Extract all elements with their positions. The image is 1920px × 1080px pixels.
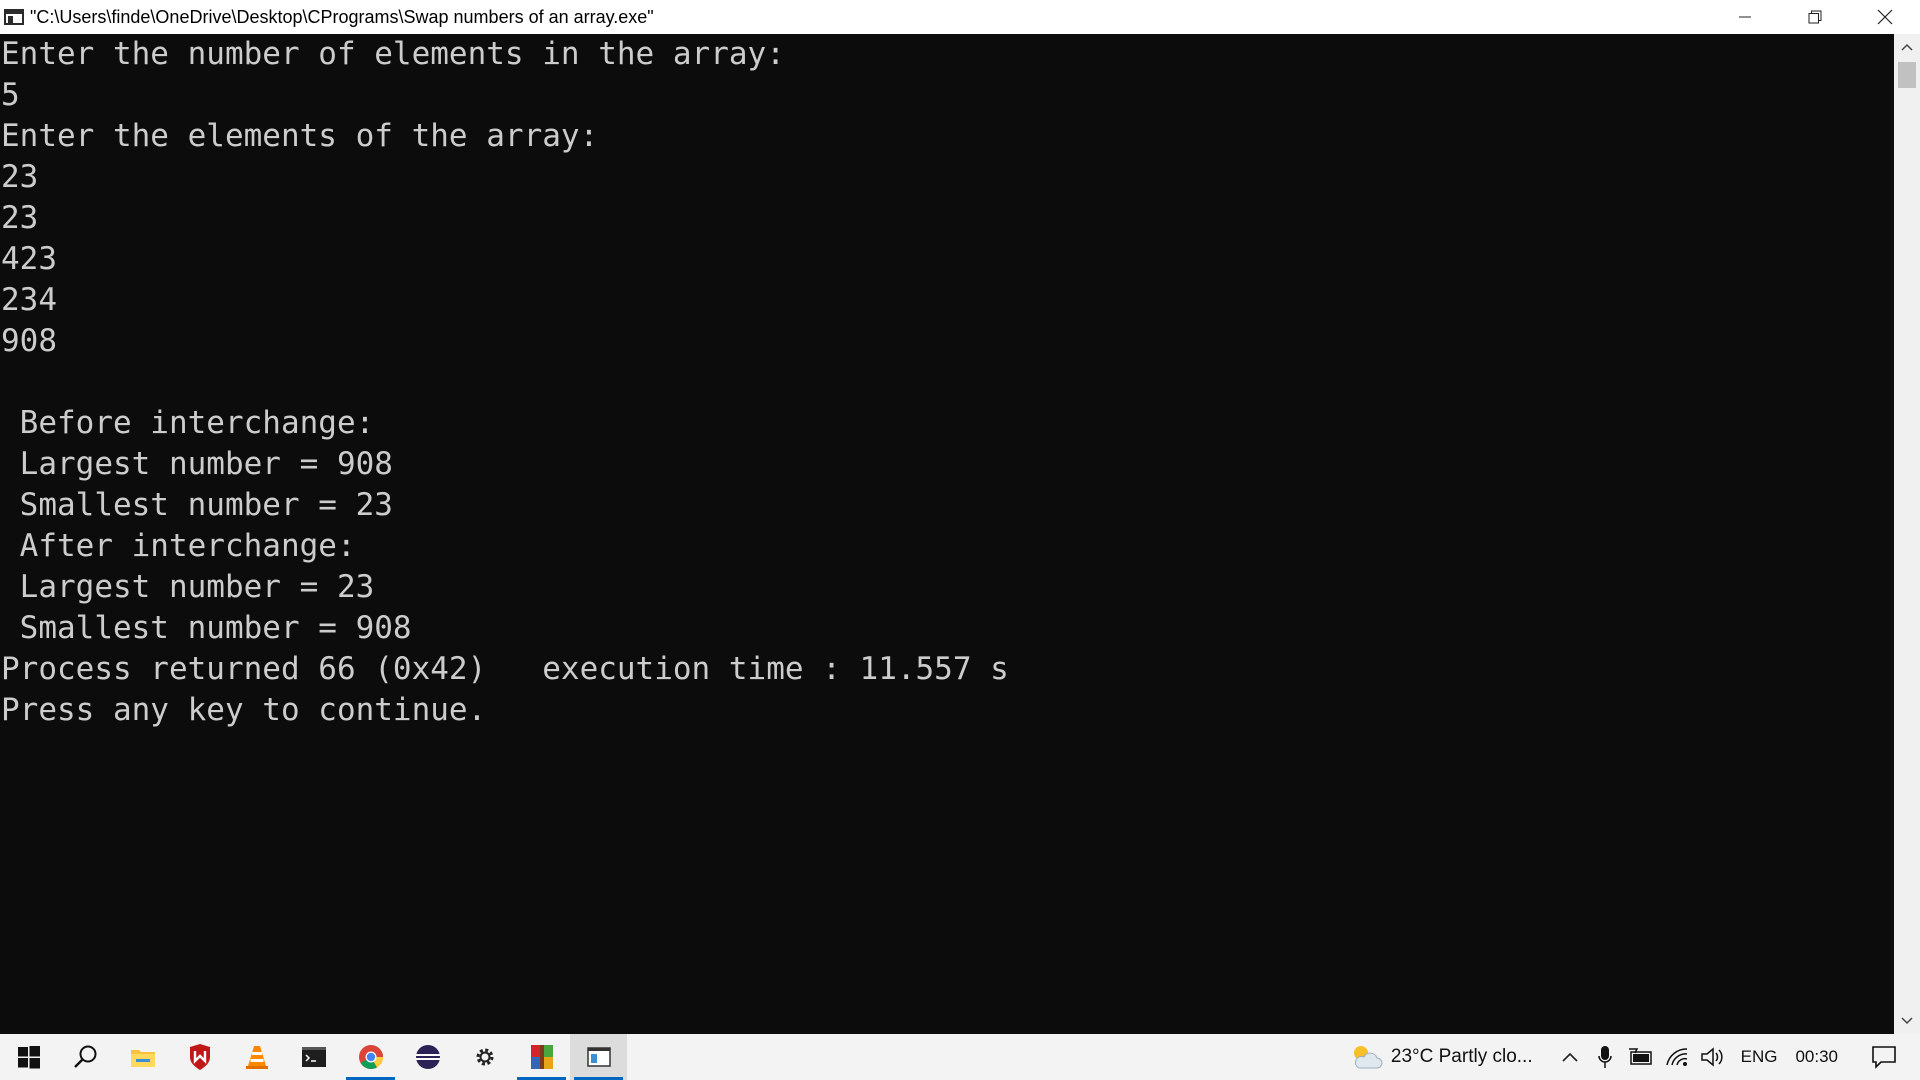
- microphone-icon: [1597, 1046, 1612, 1068]
- vlc-icon: [245, 1046, 268, 1069]
- search-icon: [73, 1045, 96, 1068]
- console-line: Enter the number of elements in the arra…: [1, 36, 785, 72]
- taskbar-terminal[interactable]: [285, 1034, 342, 1080]
- console-line: After interchange:: [1, 528, 356, 564]
- language-indicator[interactable]: ENG: [1741, 1034, 1778, 1080]
- console-line: Press any key to continue.: [1, 692, 487, 728]
- console-line: 908: [1, 323, 57, 359]
- battery-button[interactable]: [1623, 1034, 1659, 1080]
- close-icon: [1877, 9, 1893, 25]
- chevron-up-icon: [1562, 1052, 1578, 1062]
- start-button[interactable]: [0, 1034, 57, 1080]
- taskbar-settings[interactable]: [456, 1034, 513, 1080]
- battery-icon: [1628, 1048, 1652, 1065]
- console-line: 23: [1, 159, 39, 195]
- chrome-icon: [358, 1045, 383, 1070]
- taskbar-file-explorer[interactable]: [114, 1034, 171, 1080]
- weather-text: 23°C Partly clo...: [1390, 1046, 1533, 1067]
- file-explorer-icon: [130, 1050, 155, 1067]
- start-icon: [17, 1046, 40, 1069]
- restore-icon: [1808, 10, 1822, 24]
- scroll-down-button[interactable]: [1894, 1008, 1920, 1034]
- taskbar-console-app[interactable]: [570, 1034, 627, 1080]
- partly-cloudy-icon: [1353, 1046, 1383, 1069]
- title-bar[interactable]: "C:\Users\finde\OneDrive\Desktop\CProgra…: [0, 0, 1920, 34]
- search-button[interactable]: [57, 1034, 114, 1080]
- restore-button[interactable]: [1780, 0, 1850, 34]
- console-line: 423: [1, 241, 57, 277]
- wifi-icon: [1665, 1048, 1687, 1066]
- close-button[interactable]: [1850, 0, 1920, 34]
- clock[interactable]: 00:30: [1795, 1034, 1838, 1080]
- microphone-button[interactable]: [1587, 1034, 1623, 1080]
- volume-button[interactable]: [1695, 1034, 1731, 1080]
- minimize-icon: [1739, 16, 1751, 18]
- window-controls: [1710, 0, 1920, 34]
- window-title: "C:\Users\finde\OneDrive\Desktop\CProgra…: [30, 6, 654, 27]
- chevron-down-icon: [1901, 1017, 1913, 1025]
- console-app-icon: [4, 9, 24, 25]
- console-output[interactable]: Enter the number of elements in the arra…: [0, 34, 1894, 1034]
- console-line: Smallest number = 23: [1, 487, 393, 523]
- scroll-up-button[interactable]: [1894, 34, 1920, 60]
- winrar-icon: [530, 1045, 553, 1069]
- console-line: 234: [1, 282, 57, 318]
- notifications-button[interactable]: [1862, 1034, 1906, 1080]
- console-line: Largest number = 23: [1, 569, 375, 605]
- taskbar: 23°C Partly clo... ENG 00:30: [0, 1034, 1920, 1080]
- show-hidden-icons-button[interactable]: [1553, 1034, 1587, 1080]
- speaker-icon: [1700, 1047, 1723, 1067]
- console-line: Smallest number = 908: [1, 610, 412, 646]
- settings-icon: [476, 1048, 493, 1066]
- console-line: 5: [1, 77, 20, 113]
- mcafee-icon: [189, 1044, 210, 1070]
- taskbar-eclipse[interactable]: [399, 1034, 456, 1080]
- console-line: Largest number = 908: [1, 446, 393, 482]
- vertical-scrollbar[interactable]: [1894, 34, 1920, 1034]
- taskbar-winrar[interactable]: [513, 1034, 570, 1080]
- console-app-icon: [586, 1047, 611, 1067]
- taskbar-vlc[interactable]: [228, 1034, 285, 1080]
- console-line: 23: [1, 200, 39, 236]
- console-window: "C:\Users\finde\OneDrive\Desktop\CProgra…: [0, 0, 1920, 1034]
- scroll-thumb[interactable]: [1898, 62, 1916, 88]
- weather-widget[interactable]: 23°C Partly clo...: [1349, 1034, 1553, 1080]
- console-line: Process returned 66 (0x42) execution tim…: [1, 651, 1009, 687]
- console-line: Enter the elements of the array:: [1, 118, 599, 154]
- taskbar-chrome[interactable]: [342, 1034, 399, 1080]
- eclipse-icon: [415, 1045, 440, 1069]
- network-button[interactable]: [1659, 1034, 1695, 1080]
- chevron-up-icon: [1901, 43, 1913, 51]
- console-line: Before interchange:: [1, 405, 375, 441]
- minimize-button[interactable]: [1710, 0, 1780, 34]
- terminal-icon: [301, 1047, 326, 1067]
- taskbar-mcafee[interactable]: [171, 1034, 228, 1080]
- notification-icon: [1872, 1046, 1896, 1069]
- system-tray: 23°C Partly clo... ENG 00:30: [1349, 1034, 1920, 1080]
